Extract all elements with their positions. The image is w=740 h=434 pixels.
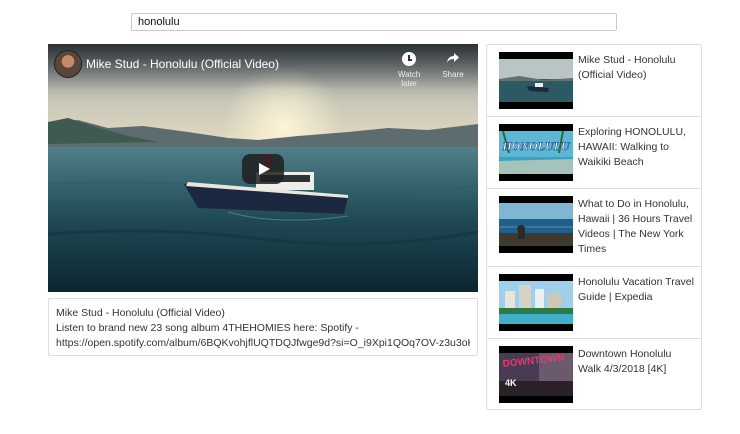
thumbnail-badge: 4K <box>505 378 517 388</box>
related-video-title[interactable]: Downtown Honolulu Walk 4/3/2018 [4K] <box>578 347 696 377</box>
street-thumbnail: DOWNTOWN 4K <box>499 346 573 403</box>
related-video-title[interactable]: Mike Stud - Honolulu (Official Video) <box>578 53 696 83</box>
beach-thumbnail: HONOLULU <box>499 124 573 181</box>
play-button[interactable] <box>242 154 284 184</box>
description-title: Mike Stud - Honolulu (Official Video) <box>56 307 225 319</box>
watch-later-label: Watch later <box>397 70 421 88</box>
channel-avatar[interactable] <box>54 50 82 78</box>
description-link[interactable]: https://open.spotify.com/album/6BQKvohjf… <box>56 336 470 351</box>
related-video-title[interactable]: Exploring HONOLULU, HAWAII: Walking to W… <box>578 125 696 170</box>
thumbnail-text: HONOLULU <box>501 139 571 153</box>
share-label: Share <box>442 70 464 79</box>
related-video-title[interactable]: What to Do in Honolulu, Hawaii | 36 Hour… <box>578 197 696 257</box>
clock-icon <box>402 52 416 66</box>
video-description: Mike Stud - Honolulu (Official Video) Li… <box>48 298 478 356</box>
share-icon <box>446 52 460 66</box>
related-video-item[interactable]: Honolulu Vacation Travel Guide | Expedia <box>487 267 701 339</box>
video-player[interactable]: Mike Stud - Honolulu (Official Video) Wa… <box>48 44 478 292</box>
related-video-item[interactable]: DOWNTOWN 4K Downtown Honolulu Walk 4/3/2… <box>487 339 701 411</box>
video-title[interactable]: Mike Stud - Honolulu (Official Video) <box>86 57 279 71</box>
related-videos-list: Mike Stud - Honolulu (Official Video) HO… <box>486 44 702 410</box>
related-video-item[interactable]: Mike Stud - Honolulu (Official Video) <box>487 45 701 117</box>
description-line: Listen to brand new 23 song album 4THEHO… <box>56 322 359 334</box>
boat-thumbnail <box>499 52 573 109</box>
hotels-thumbnail <box>499 274 573 331</box>
cliff-thumbnail <box>499 196 573 253</box>
related-video-title[interactable]: Honolulu Vacation Travel Guide | Expedia <box>578 275 696 305</box>
related-video-item[interactable]: What to Do in Honolulu, Hawaii | 36 Hour… <box>487 189 701 267</box>
share-button[interactable]: Share <box>433 52 473 79</box>
related-video-item[interactable]: HONOLULU Exploring HONOLULU, HAWAII: Wal… <box>487 117 701 189</box>
watch-later-button[interactable]: Watch later <box>389 52 429 88</box>
search-input[interactable] <box>131 13 617 31</box>
